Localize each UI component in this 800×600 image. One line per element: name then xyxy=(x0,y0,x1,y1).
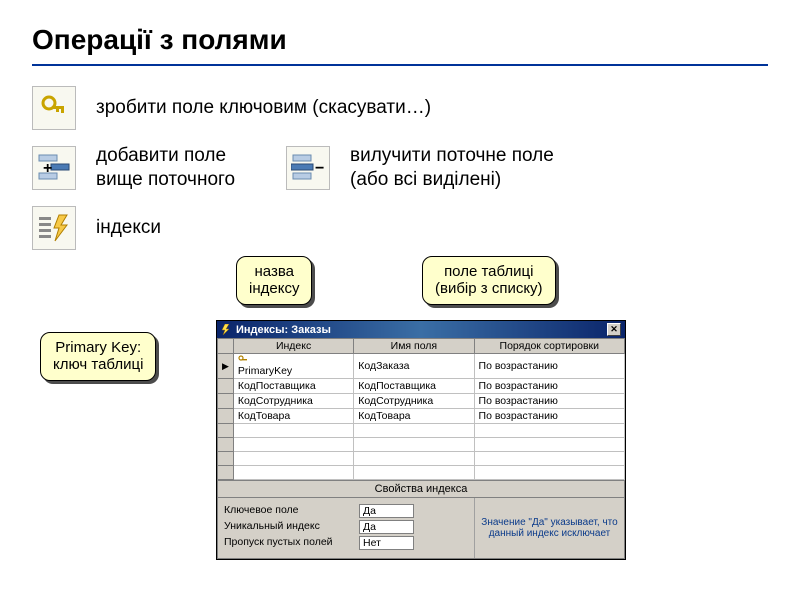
row-selector[interactable] xyxy=(218,394,234,409)
table-row[interactable] xyxy=(218,452,625,466)
bolt-icon xyxy=(221,324,232,335)
cell-order[interactable]: По возрастанию xyxy=(474,379,624,394)
key-desc: зробити поле ключовим (скасувати…) xyxy=(96,96,431,120)
cell-field[interactable]: КодЗаказа xyxy=(354,354,474,379)
col-index[interactable]: Индекс xyxy=(233,339,353,354)
lightning-list-icon[interactable] xyxy=(32,206,76,250)
table-row[interactable] xyxy=(218,466,625,480)
page-title: Операції з полями xyxy=(32,24,768,56)
table-row[interactable]: КодСотрудникаКодСотрудникаПо возрастанию xyxy=(218,394,625,409)
table-row[interactable] xyxy=(218,438,625,452)
cell-order[interactable]: По возрастанию xyxy=(474,394,624,409)
prop-value[interactable]: Да xyxy=(359,504,414,518)
cell-index[interactable]: КодТовара xyxy=(233,409,353,424)
svg-text:+: + xyxy=(43,160,52,177)
cell-field[interactable]: КодПоставщика xyxy=(354,379,474,394)
callout-table-field: поле таблиці (вибір з списку) xyxy=(422,256,556,305)
divider xyxy=(32,64,768,66)
props-hint: Значение "Да" указывает, что данный инде… xyxy=(474,498,624,558)
dialog-title: Индексы: Заказы xyxy=(236,324,331,336)
cell-order[interactable]: По возрастанию xyxy=(474,354,624,379)
index-grid[interactable]: Индекс Имя поля Порядок сортировки ▶ Pri… xyxy=(217,338,625,480)
indexes-dialog: Индексы: Заказы ✕ Индекс Имя поля Порядо… xyxy=(216,320,626,560)
callout-primary-key: Primary Key: ключ таблиці xyxy=(40,332,156,381)
props-title: Свойства индекса xyxy=(217,480,625,498)
prop-label: Уникальный индекс xyxy=(224,520,359,534)
props-panel: Ключевое полеДаУникальный индексДаПропус… xyxy=(218,498,474,558)
row-selector[interactable] xyxy=(218,379,234,394)
close-button[interactable]: ✕ xyxy=(607,323,621,336)
key-icon[interactable] xyxy=(32,86,76,130)
cell-order[interactable]: По возрастанию xyxy=(474,409,624,424)
prop-label: Пропуск пустых полей xyxy=(224,536,359,550)
delete-desc: вилучити поточне поле (або всі виділені) xyxy=(350,144,554,192)
col-field[interactable]: Имя поля xyxy=(354,339,474,354)
table-row[interactable]: ▶ PrimaryKeyКодЗаказаПо возрастанию xyxy=(218,354,625,379)
row-selector[interactable]: ▶ xyxy=(218,354,234,379)
row-selector[interactable] xyxy=(218,409,234,424)
insert-row-icon[interactable]: + xyxy=(32,146,76,190)
prop-value[interactable]: Да xyxy=(359,520,414,534)
table-row[interactable] xyxy=(218,424,625,438)
cell-index[interactable]: КодПоставщика xyxy=(233,379,353,394)
table-row[interactable]: КодПоставщикаКодПоставщикаПо возрастанию xyxy=(218,379,625,394)
cell-field[interactable]: КодТовара xyxy=(354,409,474,424)
prop-value[interactable]: Нет xyxy=(359,536,414,550)
col-order[interactable]: Порядок сортировки xyxy=(474,339,624,354)
dialog-titlebar: Индексы: Заказы ✕ xyxy=(217,321,625,338)
svg-text:−: − xyxy=(315,160,324,177)
prop-label: Ключевое поле xyxy=(224,504,359,518)
indexes-desc: індекси xyxy=(96,216,216,240)
delete-row-icon[interactable]: − xyxy=(286,146,330,190)
cell-index[interactable]: PrimaryKey xyxy=(233,354,353,379)
callout-index-name: назва індексу xyxy=(236,256,312,305)
cell-index[interactable]: КодСотрудника xyxy=(233,394,353,409)
cell-field[interactable]: КодСотрудника xyxy=(354,394,474,409)
insert-desc: добавити поле вище поточного xyxy=(96,144,286,192)
table-row[interactable]: КодТовараКодТовараПо возрастанию xyxy=(218,409,625,424)
